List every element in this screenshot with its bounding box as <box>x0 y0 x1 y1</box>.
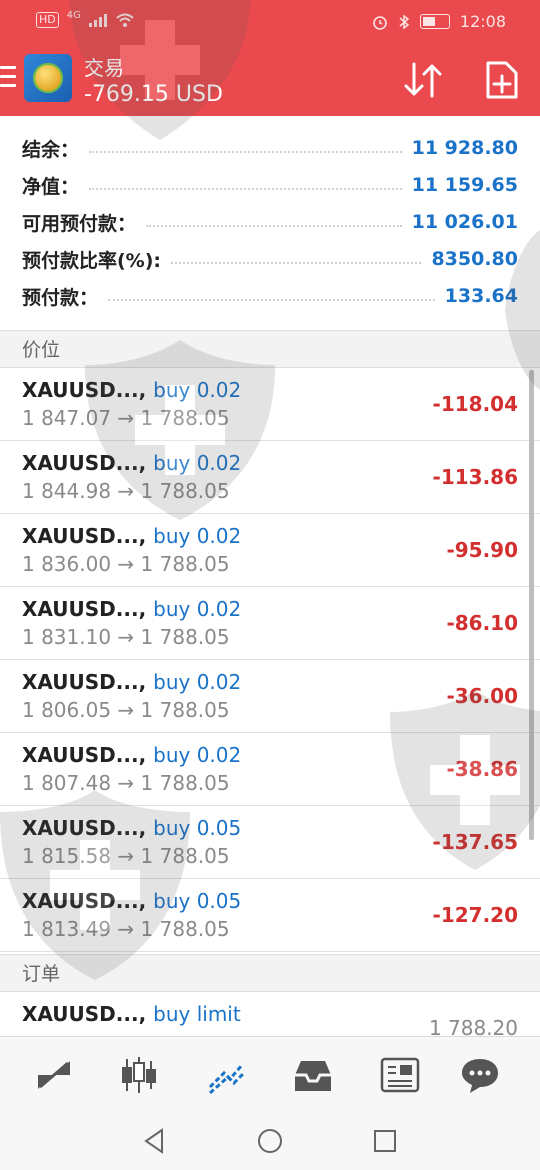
position-prices: 1 813.49 → 1 788.05 <box>22 917 230 941</box>
position-profit: -118.04 <box>432 392 518 416</box>
network-type: 4G <box>66 9 81 21</box>
position-symbol: XAUUSD..., <box>22 743 147 767</box>
free-margin-value: 11 026.01 <box>411 211 518 233</box>
bottom-nav <box>0 1036 540 1113</box>
position-prices: 1 836.00 → 1 788.05 <box>22 552 230 576</box>
equity-value: 11 159.65 <box>411 174 518 196</box>
position-row[interactable]: XAUUSD..., buy 0.05 1 815.58 → 1 788.05 … <box>0 806 540 879</box>
margin-row: 预付款： 133.64 <box>22 278 518 314</box>
chart-icon[interactable] <box>117 1053 161 1097</box>
position-profit: -113.86 <box>432 465 518 489</box>
status-bar: HD 4G 12:08 <box>0 0 540 44</box>
position-symbol: XAUUSD..., <box>22 524 147 548</box>
position-side: buy 0.02 <box>153 378 242 402</box>
margin-level-value: 8350.80 <box>431 248 518 270</box>
menu-icon[interactable] <box>0 66 16 90</box>
quotes-icon[interactable] <box>32 1053 76 1097</box>
position-profit: -137.65 <box>432 830 518 854</box>
hd-indicator: HD <box>36 12 59 28</box>
app-header: 交易 -769.15 USD <box>0 44 540 116</box>
position-row[interactable]: XAUUSD..., buy 0.02 1 807.48 → 1 788.05 … <box>0 733 540 806</box>
position-symbol: XAUUSD..., <box>22 670 147 694</box>
order-side: buy limit <box>153 1002 241 1026</box>
equity-row: 净值： 11 159.65 <box>22 167 518 203</box>
position-profit: -127.20 <box>432 903 518 927</box>
equity-label: 净值： <box>22 175 80 198</box>
position-row[interactable]: XAUUSD..., buy 0.05 1 813.49 → 1 788.05 … <box>0 879 540 952</box>
position-profit: -95.90 <box>446 538 518 562</box>
position-side: buy 0.02 <box>153 670 242 694</box>
floating-profit: -769.15 USD <box>84 82 223 107</box>
order-price: 1 788.20 <box>428 1016 518 1036</box>
balance-label: 结余： <box>22 138 80 161</box>
position-side: buy 0.02 <box>153 524 242 548</box>
battery-icon <box>419 14 450 29</box>
position-row[interactable]: XAUUSD..., buy 0.02 1 844.98 → 1 788.05 … <box>0 441 540 514</box>
top-bar: HD 4G 12:08 交易 -769.15 USD <box>0 0 540 116</box>
position-side: buy 0.02 <box>153 597 242 621</box>
margin-level-row: 预付款比率(%): 8350.80 <box>22 241 518 277</box>
margin-level-label: 预付款比率(%): <box>22 249 162 272</box>
position-side: buy 0.05 <box>153 889 242 913</box>
position-prices: 1 807.48 → 1 788.05 <box>22 771 230 795</box>
position-symbol: XAUUSD..., <box>22 597 147 621</box>
position-profit: -38.86 <box>446 757 518 781</box>
balance-row: 结余： 11 928.80 <box>22 130 518 166</box>
position-prices: 1 815.58 → 1 788.05 <box>22 844 230 868</box>
recents-icon[interactable] <box>370 1126 400 1156</box>
page-title: 交易 <box>84 56 124 80</box>
position-profit: -36.00 <box>446 684 518 708</box>
trade-icon[interactable] <box>204 1053 248 1097</box>
position-prices: 1 847.07 → 1 788.05 <box>22 406 230 430</box>
balance-value: 11 928.80 <box>411 137 518 159</box>
back-icon[interactable] <box>140 1126 170 1156</box>
new-order-icon[interactable] <box>480 60 524 100</box>
orders-header: 订单 <box>0 954 540 992</box>
position-profit: -86.10 <box>446 611 518 635</box>
system-nav <box>0 1112 540 1170</box>
account-summary: 结余： 11 928.80 净值： 11 159.65 可用预付款： 11 02… <box>0 116 540 330</box>
position-symbol: XAUUSD..., <box>22 378 147 402</box>
free-margin-label: 可用预付款： <box>22 212 137 235</box>
position-symbol: XAUUSD..., <box>22 451 147 475</box>
order-row[interactable]: XAUUSD..., buy limit 1 788.20 <box>0 992 540 1036</box>
chat-icon[interactable] <box>458 1053 502 1097</box>
home-icon[interactable] <box>255 1126 285 1156</box>
scrollbar[interactable] <box>529 370 534 840</box>
positions-header: 价位 <box>0 330 540 368</box>
position-row[interactable]: XAUUSD..., buy 0.02 1 806.05 → 1 788.05 … <box>0 660 540 733</box>
position-symbol: XAUUSD..., <box>22 889 147 913</box>
position-row[interactable]: XAUUSD..., buy 0.02 1 831.10 → 1 788.05 … <box>0 587 540 660</box>
position-prices: 1 844.98 → 1 788.05 <box>22 479 230 503</box>
alarm-icon <box>373 15 387 30</box>
order-symbol: XAUUSD..., <box>22 1002 147 1026</box>
clock: 12:08 <box>459 12 506 31</box>
position-row[interactable]: XAUUSD..., buy 0.02 1 847.07 → 1 788.05 … <box>0 368 540 441</box>
position-side: buy 0.02 <box>153 743 242 767</box>
position-symbol: XAUUSD..., <box>22 816 147 840</box>
position-row[interactable]: XAUUSD..., buy 0.02 1 836.00 → 1 788.05 … <box>0 514 540 587</box>
wifi-icon <box>116 13 134 27</box>
signal-icon <box>88 13 107 27</box>
history-icon[interactable] <box>291 1053 335 1097</box>
news-icon[interactable] <box>378 1053 422 1097</box>
free-margin-row: 可用预付款： 11 026.01 <box>22 204 518 240</box>
margin-label: 预付款： <box>22 286 99 309</box>
position-prices: 1 806.05 → 1 788.05 <box>22 698 230 722</box>
position-prices: 1 831.10 → 1 788.05 <box>22 625 230 649</box>
app-logo <box>24 54 72 102</box>
position-side: buy 0.05 <box>153 816 242 840</box>
bluetooth-icon <box>399 14 410 29</box>
margin-value: 133.64 <box>444 285 518 307</box>
sort-icon[interactable] <box>402 60 446 100</box>
position-side: buy 0.02 <box>153 451 242 475</box>
